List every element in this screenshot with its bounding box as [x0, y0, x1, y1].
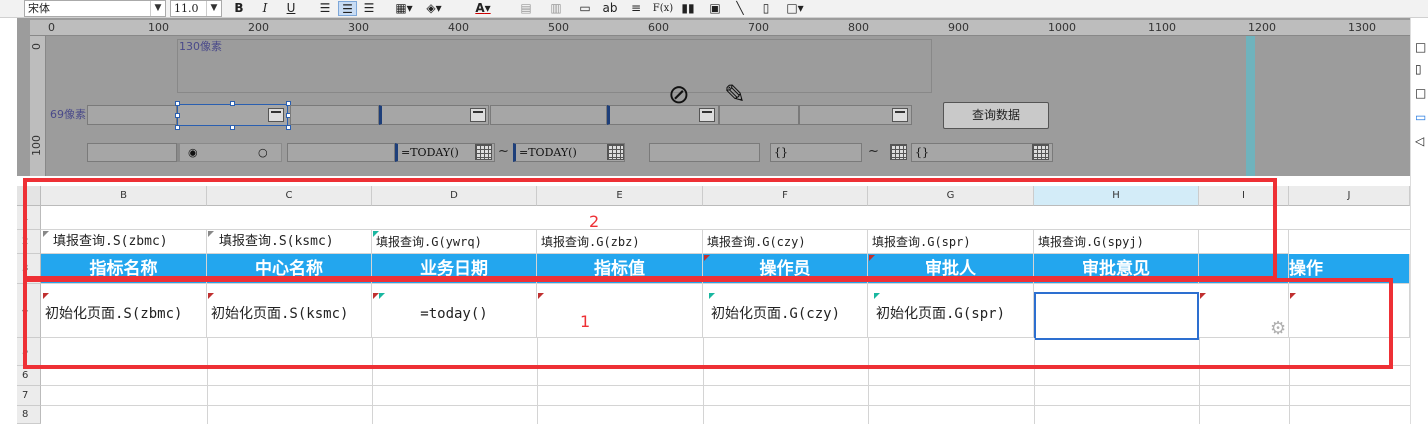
ruler-tick: 1200 — [1248, 21, 1276, 34]
resize-handle[interactable] — [230, 125, 235, 130]
ruler-tick: 800 — [848, 21, 869, 34]
resize-handle[interactable] — [175, 125, 180, 130]
brace-widget-1[interactable]: {} — [770, 143, 862, 162]
ruler-tick: 1300 — [1348, 21, 1376, 34]
radio-icon[interactable]: ○ — [258, 144, 268, 161]
underline-button[interactable]: U — [284, 1, 298, 16]
param-input[interactable] — [290, 105, 379, 125]
ruler-tick: 900 — [948, 21, 969, 34]
brace-value-1: {} — [774, 146, 788, 159]
date-end-value: =TODAY() — [519, 146, 577, 159]
align-right-icon[interactable]: ☰ — [361, 1, 377, 16]
radio-icon[interactable]: ◉ — [188, 144, 198, 161]
frame-icon[interactable]: □▾ — [782, 1, 808, 16]
vertical-ruler: 0 100 — [30, 36, 46, 176]
side-panel-icon[interactable]: ▭ — [1415, 110, 1426, 124]
param-input[interactable] — [490, 105, 607, 125]
slash-icon[interactable]: ╲ — [732, 1, 748, 16]
ruler-tick: 1000 — [1048, 21, 1076, 34]
right-side-panel: □ ▯ □ ▭ ◁ — [1410, 18, 1428, 424]
param-input[interactable] — [87, 143, 177, 162]
ruler-tick: 500 — [548, 21, 569, 34]
italic-button[interactable]: I — [258, 1, 272, 16]
brace-value-2: {} — [915, 146, 929, 159]
annotation-label-2: 2 — [589, 212, 600, 231]
font-size-select[interactable]: 11.0 ▼ — [170, 0, 222, 17]
chart-icon[interactable]: ▮▮ — [680, 1, 696, 16]
ruler-tick: 0 — [48, 21, 55, 34]
side-panel-icon[interactable]: □ — [1415, 86, 1426, 100]
align-center-icon[interactable]: ☰ — [338, 1, 357, 16]
resize-handle[interactable] — [286, 125, 291, 130]
text-button[interactable]: ab — [600, 1, 620, 16]
calendar-icon[interactable] — [892, 108, 908, 122]
row-header-7[interactable]: 7 — [17, 386, 41, 406]
merge-icon[interactable]: ▤ — [518, 1, 534, 16]
param-input[interactable] — [649, 143, 760, 162]
horizontal-ruler: 0 100 200 300 400 500 600 700 800 900 10… — [30, 20, 1410, 36]
ruler-tick: 300 — [348, 21, 369, 34]
bold-button[interactable]: B — [232, 1, 246, 16]
resize-handle[interactable] — [230, 101, 235, 106]
query-data-button[interactable]: 查询数据 — [943, 102, 1049, 129]
label-69-px: 69像素 — [50, 108, 86, 121]
ruler-tick: 600 — [648, 21, 669, 34]
side-panel-icon[interactable]: ◁ — [1415, 134, 1424, 148]
side-panel-icon[interactable]: ▯ — [1415, 62, 1422, 76]
ruler-tick: 100 — [148, 21, 169, 34]
font-size-value: 11.0 — [174, 2, 199, 15]
chevron-down-icon[interactable]: ▼ — [206, 1, 221, 16]
date-picker-icon[interactable] — [607, 144, 624, 160]
calendar-icon[interactable] — [699, 108, 715, 122]
param-input[interactable] — [87, 105, 177, 125]
fill-color-icon[interactable]: ◈▾ — [422, 1, 446, 16]
radio-group-widget[interactable]: ◉ ○ — [177, 143, 282, 162]
resize-handle[interactable] — [175, 101, 180, 106]
pencil-icon[interactable]: ✎ — [724, 80, 746, 110]
date-picker-icon[interactable] — [1032, 144, 1049, 160]
side-panel-icon[interactable]: □ — [1415, 40, 1426, 54]
param-input[interactable] — [287, 143, 395, 162]
highlight-box-1 — [23, 278, 1393, 369]
unmerge-icon[interactable]: ▥ — [548, 1, 564, 16]
resize-handle[interactable] — [175, 113, 180, 118]
date-picker-icon[interactable] — [475, 144, 492, 160]
ruler-tick: 200 — [248, 21, 269, 34]
align-left-icon[interactable]: ☰ — [317, 1, 333, 16]
ruler-tick: 0 — [30, 43, 43, 50]
font-color-button[interactable]: A▾ — [470, 1, 496, 16]
date-start-value: =TODAY() — [401, 146, 459, 159]
chevron-down-icon[interactable]: ▼ — [150, 1, 165, 16]
border-icon[interactable]: ▦▾ — [392, 1, 416, 16]
formula-button[interactable]: F(x) — [652, 1, 674, 16]
label-widget-area[interactable] — [177, 39, 932, 93]
date-picker-icon[interactable] — [890, 144, 907, 160]
textbox-icon[interactable]: ▭ — [576, 1, 594, 16]
toolbar: 宋体 ▼ 11.0 ▼ B I U ☰ ☰ ☰ ▦▾ ◈▾ A▾ ▤ ▥ ▭ a… — [0, 0, 1428, 18]
ruler-tick: 1100 — [1148, 21, 1176, 34]
calendar-icon[interactable] — [470, 108, 486, 122]
annotation-label-1: 1 — [580, 312, 591, 331]
row-header-8[interactable]: 8 — [17, 406, 41, 424]
font-color-label: A — [475, 1, 485, 15]
highlight-box-2 — [23, 178, 1277, 280]
widget-icon[interactable]: ▯ — [758, 1, 774, 16]
column-header-j[interactable]: J — [1289, 186, 1410, 206]
range-separator: ~ — [868, 144, 879, 159]
ruler-tick: 100 — [30, 135, 43, 156]
paragraph-icon[interactable]: ≡ — [628, 1, 644, 16]
range-separator: ~ — [498, 144, 509, 159]
row-header-6[interactable]: 6 — [17, 366, 41, 386]
sheet-row-6[interactable] — [41, 366, 1410, 386]
sheet-row-7[interactable] — [41, 386, 1410, 406]
image-icon[interactable]: ▣ — [706, 1, 724, 16]
page-boundary-marker — [1246, 36, 1255, 176]
hidden-eye-icon[interactable]: ⊘ — [668, 80, 690, 110]
ruler-tick: 700 — [748, 21, 769, 34]
font-name-select[interactable]: 宋体 ▼ — [24, 0, 166, 17]
ruler-tick: 400 — [448, 21, 469, 34]
label-130-px: 130像素 — [179, 40, 222, 53]
calendar-icon[interactable] — [268, 108, 284, 122]
font-name-value: 宋体 — [28, 2, 50, 15]
